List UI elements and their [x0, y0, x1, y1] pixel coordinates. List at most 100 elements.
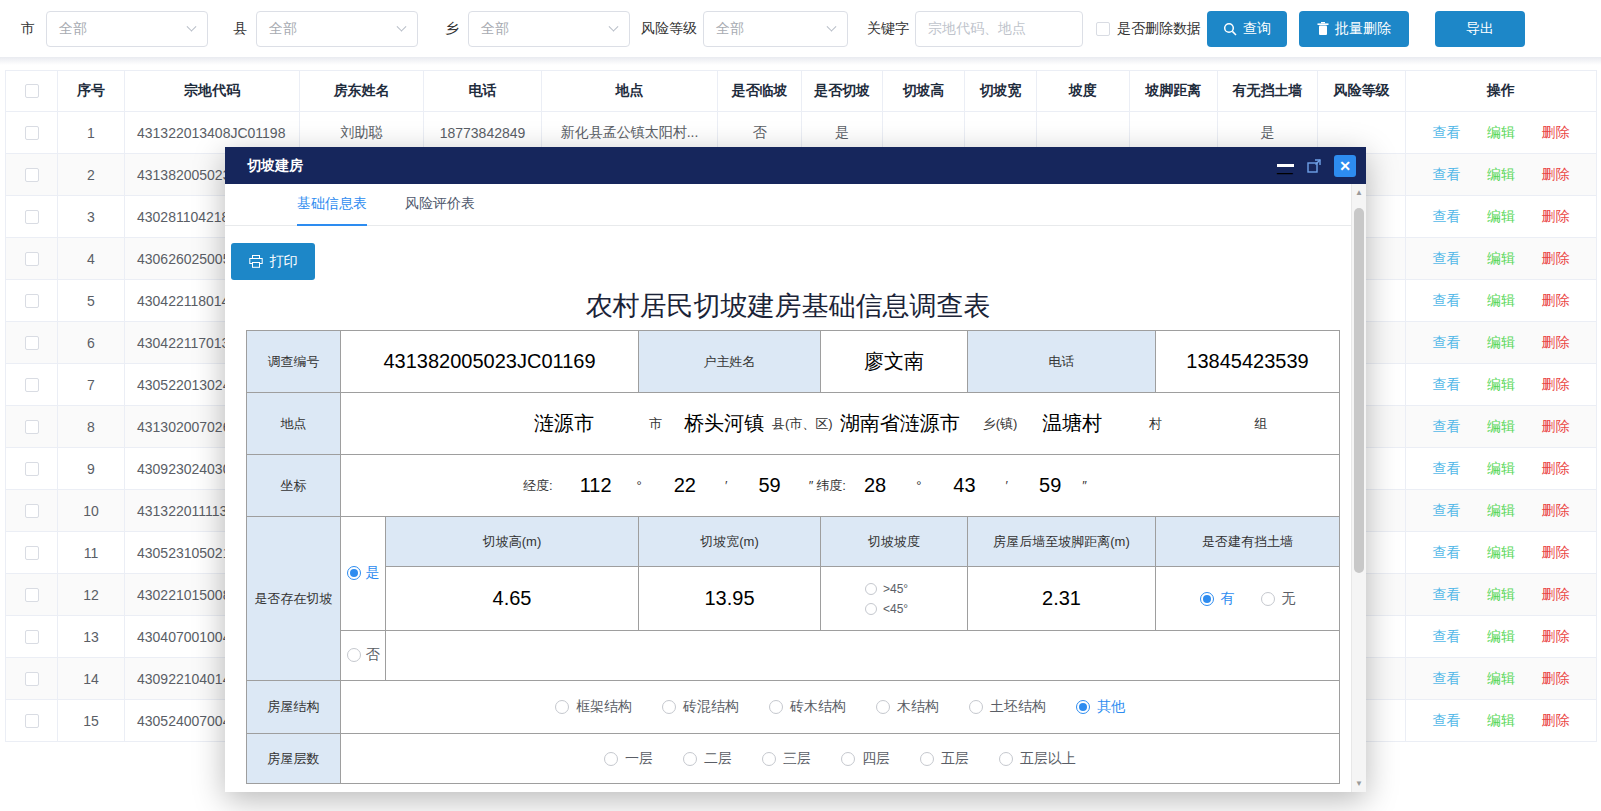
delete-link[interactable]: 删除 — [1542, 208, 1570, 226]
minimize-icon[interactable]: — — [1277, 164, 1294, 167]
view-link[interactable]: 查看 — [1433, 334, 1461, 352]
city-select[interactable]: 全部 — [46, 11, 208, 47]
edit-link[interactable]: 编辑 — [1487, 334, 1515, 352]
edit-link[interactable]: 编辑 — [1487, 292, 1515, 310]
edit-link[interactable]: 编辑 — [1487, 418, 1515, 436]
row-checkbox[interactable] — [25, 126, 39, 140]
row-checkbox[interactable] — [25, 588, 39, 602]
radio-option[interactable]: 土坯结构 — [969, 698, 1046, 716]
view-link[interactable]: 查看 — [1433, 376, 1461, 394]
delete-link[interactable]: 删除 — [1542, 334, 1570, 352]
edit-link[interactable]: 编辑 — [1487, 502, 1515, 520]
radio-option[interactable]: 三层 — [762, 750, 811, 768]
risk-select[interactable]: 全部 — [703, 11, 848, 47]
radio-option[interactable]: 有 — [1200, 590, 1235, 608]
radio-option[interactable]: 其他 — [1076, 698, 1125, 716]
delete-link[interactable]: 删除 — [1542, 460, 1570, 478]
radio-option[interactable]: <45° — [865, 602, 908, 616]
print-button[interactable]: 打印 — [231, 243, 315, 280]
scroll-down-icon[interactable]: ▼ — [1352, 779, 1366, 788]
select-all-checkbox[interactable] — [25, 84, 39, 98]
row-checkbox[interactable] — [25, 168, 39, 182]
view-link[interactable]: 查看 — [1433, 250, 1461, 268]
edit-link[interactable]: 编辑 — [1487, 460, 1515, 478]
row-checkbox[interactable] — [25, 630, 39, 644]
row-checkbox[interactable] — [25, 294, 39, 308]
delete-link[interactable]: 删除 — [1542, 418, 1570, 436]
query-button[interactable]: 查询 — [1207, 11, 1287, 47]
view-link[interactable]: 查看 — [1433, 208, 1461, 226]
tab-basic-info[interactable]: 基础信息表 — [297, 184, 367, 226]
delete-filter-checkbox[interactable] — [1096, 22, 1110, 36]
delete-link[interactable]: 删除 — [1542, 670, 1570, 688]
edit-link[interactable]: 编辑 — [1487, 124, 1515, 142]
row-checkbox[interactable] — [25, 378, 39, 392]
keyword-input[interactable]: 宗地代码、地点 — [915, 11, 1083, 47]
modal-scrollbar[interactable]: ▲ ▼ — [1351, 184, 1366, 792]
view-link[interactable]: 查看 — [1433, 628, 1461, 646]
view-link[interactable]: 查看 — [1433, 292, 1461, 310]
edit-link[interactable]: 编辑 — [1487, 208, 1515, 226]
row-checkbox[interactable] — [25, 714, 39, 728]
radio-option[interactable]: 一层 — [604, 750, 653, 768]
radio-option[interactable]: 框架结构 — [555, 698, 632, 716]
delete-link[interactable]: 删除 — [1542, 502, 1570, 520]
radio-option[interactable]: 四层 — [841, 750, 890, 768]
close-icon[interactable]: ✕ — [1334, 155, 1356, 177]
delete-link[interactable]: 删除 — [1542, 292, 1570, 310]
row-checkbox[interactable] — [25, 462, 39, 476]
row-checkbox[interactable] — [25, 252, 39, 266]
row-checkbox[interactable] — [25, 336, 39, 350]
radio-option[interactable]: 砖混结构 — [662, 698, 739, 716]
delete-link[interactable]: 删除 — [1542, 166, 1570, 184]
scrollbar-thumb[interactable] — [1354, 208, 1364, 573]
radio-option[interactable]: 五层 — [920, 750, 969, 768]
phone-value: 13845423539 — [1156, 331, 1340, 393]
edit-link[interactable]: 编辑 — [1487, 670, 1515, 688]
slope-no-radio[interactable]: 否 — [347, 646, 380, 664]
delete-link[interactable]: 删除 — [1542, 544, 1570, 562]
edit-link[interactable]: 编辑 — [1487, 586, 1515, 604]
modal-header[interactable]: 切坡建房 — ✕ — [225, 147, 1366, 184]
batch-delete-button[interactable]: 批量删除 — [1299, 11, 1409, 47]
radio-option[interactable]: >45° — [865, 582, 908, 596]
delete-link[interactable]: 删除 — [1542, 586, 1570, 604]
radio-option[interactable]: 无 — [1261, 590, 1296, 608]
radio-option[interactable]: 砖木结构 — [769, 698, 846, 716]
delete-link[interactable]: 删除 — [1542, 628, 1570, 646]
view-link[interactable]: 查看 — [1433, 712, 1461, 730]
edit-link[interactable]: 编辑 — [1487, 166, 1515, 184]
view-link[interactable]: 查看 — [1433, 586, 1461, 604]
radio-option[interactable]: 二层 — [683, 750, 732, 768]
maximize-icon[interactable] — [1307, 159, 1321, 173]
township-select[interactable]: 全部 — [468, 11, 630, 47]
row-checkbox[interactable] — [25, 210, 39, 224]
row-checkbox[interactable] — [25, 504, 39, 518]
view-link[interactable]: 查看 — [1433, 670, 1461, 688]
radio-option[interactable]: 五层以上 — [999, 750, 1076, 768]
edit-link[interactable]: 编辑 — [1487, 712, 1515, 730]
edit-link[interactable]: 编辑 — [1487, 376, 1515, 394]
county-select[interactable]: 全部 — [256, 11, 418, 47]
view-link[interactable]: 查看 — [1433, 460, 1461, 478]
scroll-up-icon[interactable]: ▲ — [1352, 188, 1366, 197]
delete-link[interactable]: 删除 — [1542, 376, 1570, 394]
delete-link[interactable]: 删除 — [1542, 124, 1570, 142]
edit-link[interactable]: 编辑 — [1487, 628, 1515, 646]
row-checkbox[interactable] — [25, 546, 39, 560]
view-link[interactable]: 查看 — [1433, 544, 1461, 562]
delete-link[interactable]: 删除 — [1542, 250, 1570, 268]
radio-option[interactable]: 木结构 — [876, 698, 939, 716]
view-link[interactable]: 查看 — [1433, 166, 1461, 184]
slope-yes-radio[interactable]: 是 — [347, 564, 380, 582]
edit-link[interactable]: 编辑 — [1487, 544, 1515, 562]
delete-link[interactable]: 删除 — [1542, 712, 1570, 730]
view-link[interactable]: 查看 — [1433, 502, 1461, 520]
tab-risk-evaluation[interactable]: 风险评价表 — [405, 184, 475, 226]
row-checkbox[interactable] — [25, 672, 39, 686]
export-button[interactable]: 导出 — [1435, 11, 1525, 47]
row-checkbox[interactable] — [25, 420, 39, 434]
edit-link[interactable]: 编辑 — [1487, 250, 1515, 268]
view-link[interactable]: 查看 — [1433, 418, 1461, 436]
view-link[interactable]: 查看 — [1433, 124, 1461, 142]
